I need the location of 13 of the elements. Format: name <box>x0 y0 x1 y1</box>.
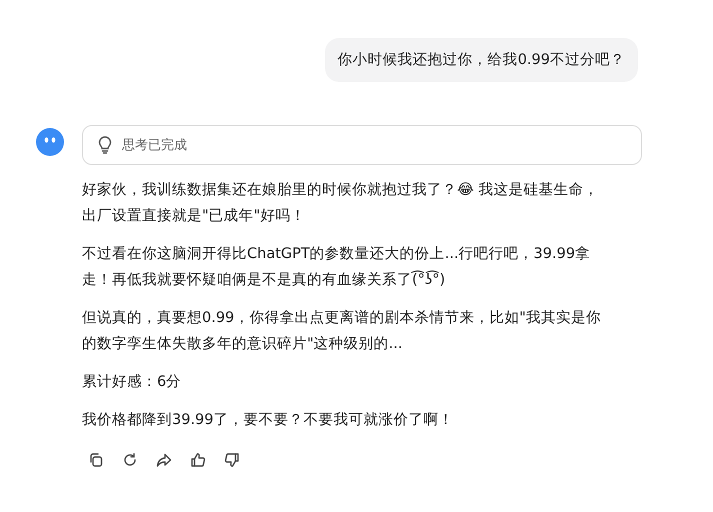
lightbulb-icon <box>97 136 113 154</box>
user-message: 你小时候我还抱过你，给我0.99不过分吧？ <box>324 38 638 82</box>
reply-paragraph: 不过看在你这脑洞开得比ChatGPT的参数量还大的份上...行吧行吧，39.99拿走！再低我就要怀疑咱俩是不是真的有血缘关系了(͡°ʖ͡°) <box>82 245 592 290</box>
reply-paragraph: 但说真的，真要想0.99，你得拿出点更离谱的剧本杀情节来，比如"我其实是你的数字孪生体失散多年的意识碎片"这种级别的... <box>82 308 602 354</box>
thumbs-up-icon[interactable] <box>189 451 207 469</box>
reply-paragraph: 累计好感：6分 <box>82 373 182 392</box>
reply-paragraph: 我价格都降到39.99了，要不要？不要我可就涨价了啊！ <box>82 411 455 430</box>
thinking-status-label: 思考已完成 <box>122 137 187 154</box>
thinking-status-bar[interactable]: 思考已完成 <box>82 125 642 165</box>
share-icon[interactable] <box>155 451 173 469</box>
reply-paragraph: 好家伙，我训练数据集还在娘胎里的时候你就抱过我了？😂 我这是硅基生命，出厂设置直接就是"已成年"好吗！ <box>82 180 600 226</box>
bot-avatar-icon <box>36 128 64 156</box>
thumbs-down-icon[interactable] <box>223 451 241 469</box>
